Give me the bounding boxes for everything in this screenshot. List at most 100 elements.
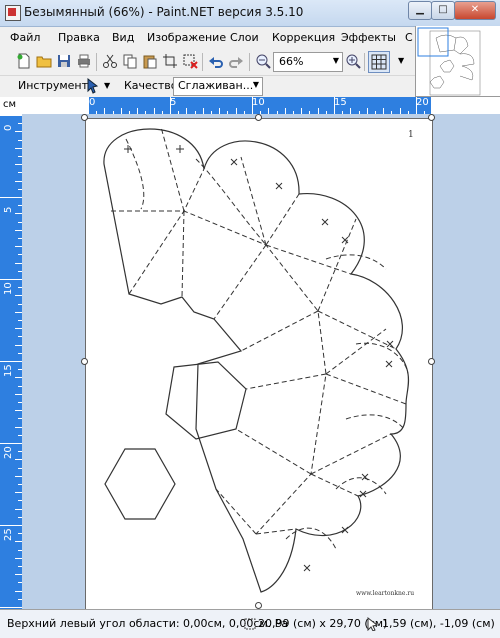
ruler-tick [252, 97, 253, 114]
menu-file[interactable]: Файл [10, 31, 40, 44]
zoom-in-icon[interactable] [345, 53, 361, 69]
canvas-workspace[interactable]: 1 www.leartonkne.ru [22, 114, 500, 609]
ruler-tick [15, 213, 22, 215]
ruler-tick [15, 377, 22, 379]
zoom-value: 66% [279, 55, 304, 68]
selection-handle[interactable] [428, 114, 435, 121]
status-bar: Верхний левый угол области: 0,00см, 0,00… [0, 609, 500, 638]
paste-icon[interactable] [142, 53, 158, 69]
ruler-tick [416, 97, 417, 114]
menu-image[interactable]: Изображение [147, 31, 226, 44]
ruler-label: 15 [334, 97, 347, 108]
ruler-tick [0, 279, 22, 280]
ruler-tick [0, 607, 22, 608]
copy-icon[interactable] [122, 53, 138, 69]
ruler-tick [0, 361, 22, 362]
ruler-label: 15 [3, 364, 14, 377]
menu-layers[interactable]: Слои [230, 31, 259, 44]
ruler-label: 25 [3, 528, 14, 541]
title-bar: Безымянный (66%) - Paint.NET версия 3.5.… [0, 0, 500, 27]
ruler-tick [15, 557, 22, 559]
cursor-position-text: 1,59 (см), -1,09 (см) [382, 617, 495, 630]
window-title: Безымянный (66%) - Paint.NET версия 3.5.… [24, 5, 304, 19]
page-number: 1 [408, 130, 414, 140]
selection-handle[interactable] [81, 114, 88, 121]
ruler-tick [15, 475, 22, 477]
image-thumbnail-navigator[interactable] [415, 26, 500, 97]
paint-net-app-icon[interactable] [5, 5, 21, 21]
zoom-out-icon[interactable] [255, 53, 271, 69]
ruler-label: 10 [3, 282, 14, 295]
quality-value: Сглаживан... [178, 79, 254, 92]
main-toolbar: 66% ▼ ▼ [0, 48, 415, 76]
ruler-tick [15, 229, 22, 231]
save-icon[interactable] [56, 53, 72, 69]
grid-icon [371, 54, 387, 70]
ruler-tick [15, 410, 22, 412]
ruler-tick [15, 180, 22, 182]
ruler-label: 5 [3, 206, 14, 213]
chevron-down-icon: ▼ [252, 80, 259, 89]
ruler-tick [88, 97, 89, 114]
close-button[interactable]: ✕ [454, 1, 496, 20]
papercraft-template-drawing: 1 www.leartonkne.ru [103, 126, 414, 597]
ruler-tick [15, 541, 22, 543]
ruler-label: 0 [3, 124, 14, 131]
open-folder-icon[interactable] [36, 53, 52, 69]
ruler-tick [15, 246, 22, 248]
maximize-button[interactable]: □ [431, 1, 455, 20]
thumbnail-preview-image [417, 27, 481, 96]
menu-edit[interactable]: Правка [58, 31, 100, 44]
deselect-icon[interactable] [182, 53, 198, 69]
selection-handle[interactable] [255, 114, 262, 121]
ruler-tick [15, 492, 22, 494]
vertical-ruler: 0 5 10 15 20 25 [0, 114, 23, 609]
chevron-down-icon: ▼ [332, 56, 339, 65]
new-image-icon[interactable] [16, 53, 32, 69]
redo-icon[interactable] [228, 53, 244, 69]
ruler-label: 20 [416, 97, 429, 108]
ruler-tick [15, 328, 22, 330]
menu-view[interactable]: Вид [112, 31, 134, 44]
ruler-tick [15, 311, 22, 313]
ruler-tick [0, 525, 22, 526]
tool-label: Инструмент: [18, 79, 92, 92]
ruler-tick [15, 574, 22, 576]
print-icon[interactable] [76, 53, 92, 69]
ruler-tick [15, 164, 22, 166]
undo-icon[interactable] [208, 53, 224, 69]
ruler-active-range: 0 5 10 15 20 [88, 97, 434, 114]
ruler-active-range: 0 5 10 15 20 25 [0, 115, 22, 609]
cut-icon[interactable] [102, 53, 118, 69]
image-canvas[interactable]: 1 www.leartonkne.ru [85, 118, 433, 609]
move-selection-tool-icon[interactable] [85, 78, 101, 94]
selection-handle[interactable] [428, 358, 435, 365]
toolbar-overflow-chevron-icon[interactable]: ▼ [398, 56, 404, 65]
minimize-button[interactable]: ▁ [408, 1, 432, 20]
ruler-tick [15, 344, 22, 346]
ruler-label: 0 [89, 97, 96, 108]
ruler-tick [15, 131, 22, 133]
footer-url: www.leartonkne.ru [356, 590, 414, 597]
menu-effects[interactable]: Эффекты [341, 31, 396, 44]
quality-dropdown[interactable]: Сглаживан... ▼ [173, 77, 263, 96]
ruler-tick [170, 97, 171, 114]
ruler-unit-label: см [3, 99, 17, 110]
menu-bar: Файл Правка Вид Изображение Слои Коррекц… [0, 27, 415, 48]
ruler-tick [15, 262, 22, 264]
menu-truncated[interactable]: С [405, 31, 413, 44]
grid-toggle-button[interactable] [368, 51, 390, 73]
menu-adjustments[interactable]: Коррекция [272, 31, 335, 44]
ruler-tick [15, 508, 22, 510]
tool-dropdown-chevron-icon[interactable]: ▼ [104, 81, 110, 90]
ruler-tick [0, 197, 22, 198]
ruler-tick [15, 295, 22, 297]
zoom-dropdown[interactable]: 66% ▼ [273, 52, 343, 72]
crop-to-selection-icon[interactable] [162, 53, 178, 69]
ruler-tick [0, 443, 22, 444]
selection-handle[interactable] [81, 358, 88, 365]
ruler-tick [15, 147, 22, 149]
image-size-icon [244, 618, 256, 630]
selection-handle[interactable] [255, 602, 262, 609]
ruler-label: 10 [252, 97, 265, 108]
